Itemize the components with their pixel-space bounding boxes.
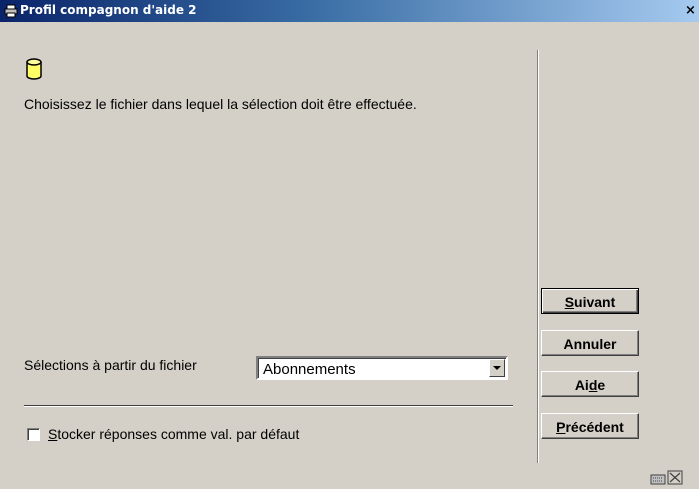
horizontal-divider xyxy=(24,405,513,407)
resize-grip-icon xyxy=(667,470,683,485)
keyboard-icon xyxy=(650,474,666,485)
chevron-down-icon[interactable] xyxy=(489,359,505,377)
selection-file-label: Sélections à partir du fichier xyxy=(24,357,197,373)
file-select-dropdown[interactable]: Abonnements xyxy=(256,356,508,380)
vertical-divider xyxy=(537,50,539,463)
status-bar-icons xyxy=(650,470,683,485)
store-defaults-checkbox[interactable] xyxy=(27,428,40,441)
cancel-button[interactable]: Annuler xyxy=(541,330,639,356)
store-defaults-label[interactable]: Stocker réponses comme val. par défaut xyxy=(48,426,299,442)
window-title: Profil compagnon d'aide 2 xyxy=(20,3,197,17)
previous-button[interactable]: Précédent xyxy=(541,413,639,439)
instruction-text: Choisissez le fichier dans lequel la sél… xyxy=(24,96,417,112)
database-cylinder-icon xyxy=(26,58,42,80)
title-bar: Profil compagnon d'aide 2 × xyxy=(0,0,699,22)
close-button[interactable]: × xyxy=(685,2,699,20)
next-button[interactable]: Suivant xyxy=(541,288,639,314)
help-button[interactable]: Aide xyxy=(541,371,639,397)
file-select-value: Abonnements xyxy=(263,361,356,378)
printer-app-icon xyxy=(4,4,18,18)
